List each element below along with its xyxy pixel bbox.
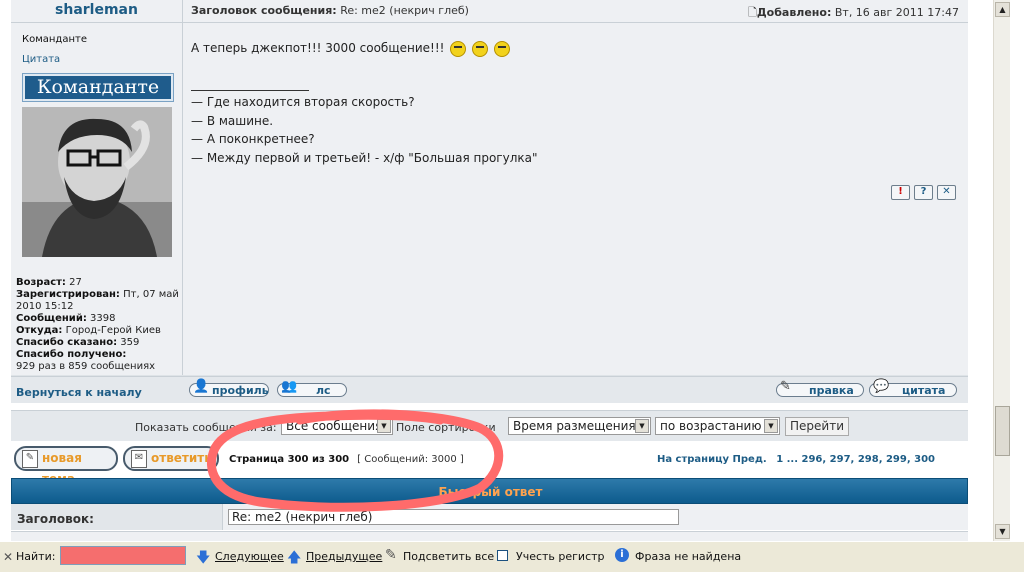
signature-line: — А поконкретнее? [191, 132, 315, 146]
quote-icon: 💬 [873, 379, 890, 394]
new-topic-button[interactable]: ✎новая тема [14, 446, 118, 486]
quick-reply-next-row [11, 531, 968, 541]
author-info: Команданте Цитата Команданте Возраст: 27… [11, 23, 183, 375]
profile-button[interactable]: 👤 профиль [189, 379, 269, 397]
author-name[interactable]: sharleman [11, 2, 182, 18]
find-previous-button[interactable]: Предыдущее [306, 550, 382, 563]
subject-label-cell: Заголовок: [11, 504, 223, 530]
author-stats: Возраст: 27 Зарегистрирован: Пт, 07 май … [16, 277, 180, 373]
post-subject-label: Заголовок сообщения: [191, 4, 337, 17]
avatar [22, 107, 172, 257]
info-icon[interactable]: ? [914, 185, 933, 200]
sort-order-select[interactable]: по возрастанию ▼ [655, 417, 780, 435]
forum-post: sharleman Заголовок сообщения: Re: me2 (… [11, 0, 968, 403]
show-period-label: Показать сообщения за: [135, 421, 277, 434]
rank-image: Команданте [22, 73, 174, 102]
post-date-label: Добавлено: [756, 6, 832, 19]
highlight-all-button[interactable]: Подсветить все [403, 550, 494, 563]
page-navigation: На страницу Пред. 1 ... 296, 297, 298, 2… [657, 454, 935, 465]
vertical-scrollbar[interactable]: ▲ ▼ [993, 0, 1011, 541]
delete-icon[interactable]: ✕ [937, 185, 956, 200]
edit-icon: ✎ [780, 379, 791, 394]
close-icon[interactable]: ✕ [3, 550, 13, 564]
scroll-up-icon[interactable]: ▲ [995, 2, 1010, 17]
page-viewport: sharleman Заголовок сообщения: Re: me2 (… [0, 0, 993, 541]
post-actions: !? ✕ [887, 184, 956, 200]
back-to-top-link[interactable]: Вернуться к началу [16, 386, 142, 399]
smiley-icon [472, 40, 489, 57]
stat-location: Откуда: Город-Герой Киев [16, 325, 161, 336]
post-subject-text: Re: me2 (некрич глеб) [340, 4, 469, 17]
window-edge [1010, 0, 1024, 541]
sort-field-select[interactable]: Время размещения ▼ [508, 417, 651, 435]
find-status: Фраза не найдена [635, 550, 742, 563]
page-links[interactable]: 1 ... 296, 297, 298, 299, 300 [776, 454, 935, 465]
quick-reply-subject-row: Заголовок: Re: me2 (некрич глеб) [11, 504, 968, 530]
reply-icon: ✉ [131, 450, 147, 468]
edit-button[interactable]: ✎ правка [776, 379, 864, 397]
signature-divider [191, 90, 309, 91]
document-icon: 🗋 [748, 6, 757, 19]
scroll-down-icon[interactable]: ▼ [995, 524, 1010, 539]
stat-posts: Сообщений: 3398 [16, 313, 116, 324]
stat-thanks-given: Спасибо сказано: 359 [16, 337, 140, 348]
users-icon: 👥 [281, 379, 298, 394]
page-number: Страница 300 из 300 [229, 454, 350, 465]
quick-reply-title: Быстрый ответ [438, 485, 543, 499]
match-case-label[interactable]: Учесть регистр [516, 550, 605, 563]
reply-button[interactable]: ✉ ответить [123, 446, 219, 471]
post-date-value: Вт, 16 авг 2011 17:47 [834, 6, 959, 19]
post-subject: Заголовок сообщения: Re: me2 (некрич гле… [191, 4, 469, 17]
sort-bar: Показать сообщения за: Все сообщения ▼ По… [11, 410, 968, 441]
author-cell: sharleman [11, 0, 183, 23]
page-nav-prefix[interactable]: На страницу Пред. [657, 454, 767, 465]
find-label: Найти: [16, 550, 56, 563]
chevron-down-icon: ▼ [764, 419, 778, 433]
post-message-text: А теперь джекпот!!! 3000 сообщение!!! [191, 41, 445, 55]
subject-value-cell: Re: me2 (некрич глеб) [223, 504, 968, 530]
highlight-icon: ✎ [385, 547, 397, 563]
sort-field-label: Поле сортировки [396, 421, 496, 434]
stat-thanks-received: Спасибо получено: [16, 349, 127, 360]
arrow-up-icon: 🡅 [287, 550, 302, 566]
signature-line: — Между первой и третьей! - х/ф "Большая… [191, 150, 538, 165]
stat-thanks-received-value: 929 раз в 859 сообщениях [16, 361, 156, 372]
stat-age: Возраст: 27 [16, 277, 82, 288]
subject-label: Заголовок: [17, 512, 94, 526]
report-icon[interactable]: ! [891, 185, 910, 200]
page-info: Страница 300 из 300 [ Сообщений: 3000 ] [229, 454, 464, 465]
stat-registered: Зарегистрирован: Пт, 07 май 2010 15:12 [16, 289, 179, 312]
go-button[interactable]: Перейти [785, 417, 849, 436]
subject-input[interactable]: Re: me2 (некрич глеб) [228, 509, 679, 525]
scroll-thumb[interactable] [995, 406, 1010, 456]
find-next-button[interactable]: Следующее [215, 550, 284, 563]
arrow-down-icon: 🡇 [196, 550, 211, 566]
post-date: 🗋Добавлено: Вт, 16 авг 2011 17:47 [748, 4, 959, 23]
user-icon: 👤 [193, 379, 210, 394]
signature-line: — Где находится вторая скорость? [191, 95, 415, 109]
post-footer: Вернуться к началу 👤 профиль 👥 лс ✎ правка … [11, 376, 968, 403]
signature-line: — В машине. [191, 113, 274, 128]
quick-reply-header: Быстрый ответ [11, 478, 968, 504]
quote-link[interactable]: Цитата [22, 54, 60, 65]
smiley-icon [494, 40, 511, 57]
find-bar: ✕ Найти: 🡇 Следующее 🡅 Предыдущее ✎ Подс… [0, 541, 1024, 572]
post-header: Заголовок сообщения: Re: me2 (некрич гле… [183, 0, 968, 23]
period-select[interactable]: Все сообщения ▼ [281, 417, 393, 435]
post-body: А теперь джекпот!!! 3000 сообщение!!! — … [183, 23, 968, 375]
signature: — Где находится вторая скорость? — В маш… [191, 93, 538, 167]
find-input[interactable] [60, 546, 186, 565]
author-rank: Команданте [22, 34, 87, 45]
chevron-down-icon: ▼ [635, 419, 649, 433]
smiley-icon [450, 40, 467, 57]
new-topic-icon: ✎ [22, 450, 38, 468]
message-count: [ Сообщений: 3000 ] [357, 454, 464, 465]
info-icon: i [615, 548, 629, 562]
match-case-checkbox[interactable] [497, 550, 508, 561]
pm-button[interactable]: 👥 лс [277, 379, 347, 397]
quote-button[interactable]: 💬 цитата [869, 379, 957, 397]
post-message: А теперь джекпот!!! 3000 сообщение!!! [191, 39, 511, 57]
chevron-down-icon: ▼ [377, 419, 391, 433]
